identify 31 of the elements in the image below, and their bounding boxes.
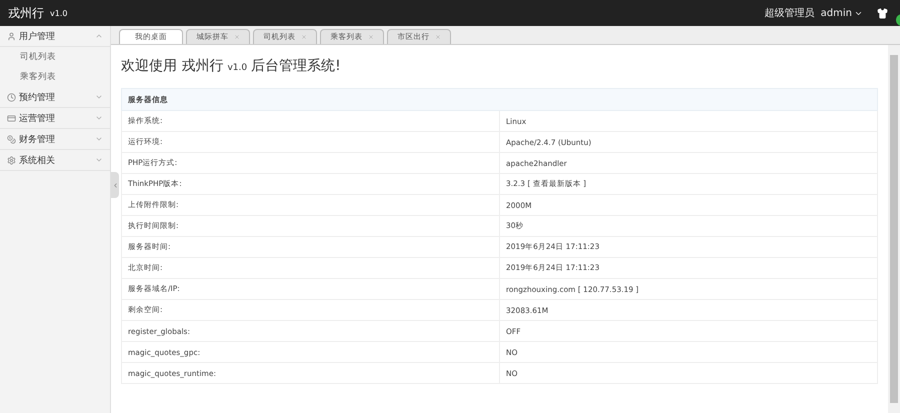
welcome-title: 后台管理系统! bbox=[251, 57, 341, 75]
sidebar-group[interactable]: 用户管理 bbox=[0, 26, 110, 47]
chevron-down-icon bbox=[95, 156, 103, 164]
version-label: v1.0 bbox=[227, 63, 248, 73]
sidebar-item[interactable]: 司机列表 bbox=[0, 47, 110, 67]
scrollbar[interactable] bbox=[888, 45, 900, 413]
role-label: 超级管理员 bbox=[764, 6, 815, 20]
shirt-icon[interactable] bbox=[877, 8, 888, 18]
sidebar-group[interactable]: 系统相关 bbox=[0, 150, 110, 171]
close-icon[interactable] bbox=[368, 34, 374, 40]
close-icon[interactable] bbox=[300, 34, 306, 40]
close-icon[interactable] bbox=[434, 34, 440, 40]
sidebar-group[interactable]: 预约管理 bbox=[0, 87, 110, 108]
brand-name: 戎州行 bbox=[8, 4, 44, 22]
sidebar-item[interactable]: 乘客列表 bbox=[0, 67, 110, 87]
version-label: v1.0 bbox=[50, 8, 68, 18]
chevron-up-icon bbox=[95, 32, 103, 40]
close-icon[interactable] bbox=[234, 34, 240, 40]
clock-icon bbox=[7, 92, 16, 102]
chevron-down-icon bbox=[95, 135, 103, 143]
user-icon bbox=[7, 32, 16, 40]
user-menu[interactable]: admin bbox=[820, 8, 863, 18]
card-icon bbox=[7, 114, 16, 122]
chevron-down-icon bbox=[95, 93, 103, 101]
sidebar-group[interactable]: 财务管理 bbox=[0, 129, 110, 150]
welcome-title: 欢迎使用 戎州行 bbox=[121, 57, 224, 75]
settings-icon bbox=[7, 156, 16, 164]
collapse-handle[interactable] bbox=[111, 172, 119, 198]
coins-icon bbox=[7, 134, 16, 144]
sidebar-group[interactable]: 运营管理 bbox=[0, 108, 110, 129]
chevron-down-icon bbox=[95, 114, 103, 122]
